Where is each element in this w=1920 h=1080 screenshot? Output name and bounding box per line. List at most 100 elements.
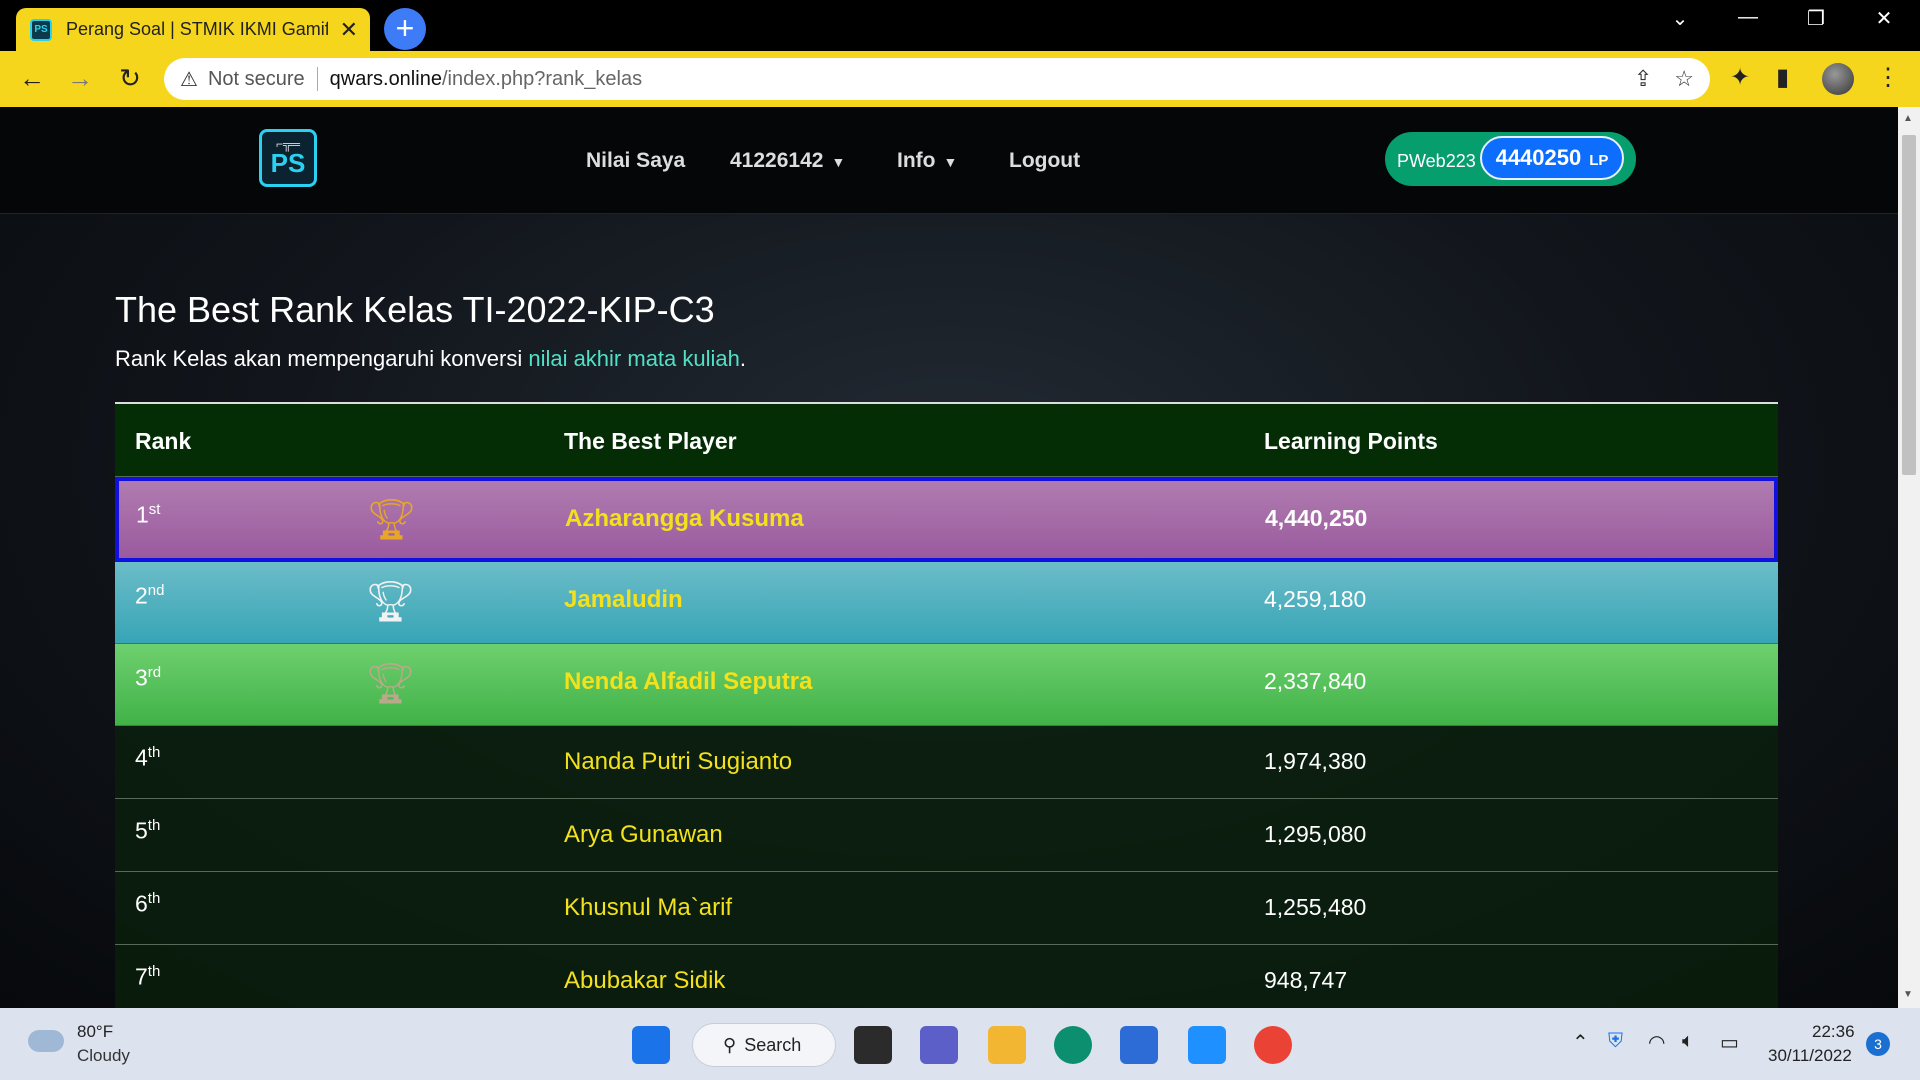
tab-search-chevron-icon[interactable]: ⌄ — [1660, 6, 1700, 31]
minimize-icon[interactable]: — — [1728, 6, 1768, 29]
microsoft-store-icon[interactable] — [1120, 1026, 1158, 1064]
points-badge: 4440250 LP — [1480, 136, 1624, 180]
scrollbar-thumb[interactable] — [1902, 135, 1916, 475]
rank-suffix: th — [147, 744, 161, 761]
site-favicon-icon: PS — [30, 18, 52, 41]
search-label: Search — [744, 1034, 802, 1055]
tab-title: Perang Soal | STMIK IKMI Gamifica — [66, 19, 328, 39]
rank-cell: 7th — [135, 963, 160, 991]
username-label: PWeb223 — [1397, 150, 1476, 171]
chat-icon[interactable] — [920, 1026, 958, 1064]
site-logo[interactable]: ⌐╦═ PS — [259, 129, 317, 187]
nav-user-id-dropdown[interactable]: 41226142 ▼ — [730, 149, 845, 173]
rank-suffix: th — [147, 817, 161, 834]
points-value: 4440250 — [1495, 145, 1582, 170]
edge-browser-icon[interactable] — [1054, 1026, 1092, 1064]
page-scrollbar[interactable]: ▲ ▼ — [1898, 107, 1920, 1008]
rank-number: 4 — [135, 744, 148, 771]
player-points: 4,440,250 — [1265, 505, 1368, 531]
security-label[interactable]: Not secure — [208, 68, 305, 91]
subtitle-end: . — [739, 346, 746, 371]
rank-cell: 1st — [136, 501, 160, 529]
menu-kebab-icon[interactable]: ⋮ — [1876, 63, 1900, 92]
side-panel-icon[interactable]: ▮ — [1776, 63, 1789, 92]
extensions-puzzle-icon[interactable]: ✦ — [1730, 63, 1750, 92]
nav-info-dropdown[interactable]: Info ▼ — [897, 149, 957, 173]
rank-table: Rank The Best Player Learning Points 1st… — [115, 402, 1778, 1008]
browser-toolbar: ← → ↻ ⚠ Not secure qwars.online /index.p… — [0, 51, 1920, 107]
player-name: Nenda Alfadil Seputra — [564, 668, 813, 695]
table-row: 3rd 🏆︎ Nenda Alfadil Seputra 2,337,840 — [115, 644, 1778, 726]
security-shield-icon[interactable]: ⛨ — [1608, 1030, 1623, 1053]
rank-cell: 6th — [135, 890, 160, 918]
rank-suffix: th — [147, 963, 161, 980]
cloud-icon[interactable] — [28, 1030, 64, 1052]
weather-temperature[interactable]: 80°F — [77, 1022, 113, 1042]
scroll-up-arrow-icon[interactable]: ▲ — [1903, 113, 1913, 124]
warning-triangle-icon[interactable]: ⚠ — [180, 67, 198, 92]
clock-date[interactable]: 30/11/2022 — [1768, 1046, 1852, 1066]
forward-arrow-icon[interactable]: → — [62, 63, 98, 94]
volume-icon[interactable]: 🔈︎ — [1682, 1030, 1694, 1053]
rank-number: 5 — [135, 817, 148, 844]
scroll-down-arrow-icon[interactable]: ▼ — [1903, 989, 1913, 1000]
profile-avatar[interactable] — [1822, 63, 1854, 95]
file-explorer-icon[interactable] — [988, 1026, 1026, 1064]
player-points: 1,295,080 — [1264, 821, 1367, 847]
tab-close-icon[interactable]: ✕ — [340, 17, 358, 43]
page-subtitle: Rank Kelas akan mempengaruhi konversi ni… — [115, 346, 746, 372]
browser-tab-active[interactable]: PS Perang Soal | STMIK IKMI Gamifica ✕ — [16, 8, 370, 51]
address-divider — [316, 67, 318, 91]
share-icon[interactable]: ⇪ — [1634, 66, 1652, 92]
chrome-icon[interactable] — [1254, 1026, 1292, 1064]
table-row: 2nd 🏆︎ Jamaludin 4,259,180 — [115, 562, 1778, 644]
new-tab-button[interactable]: + — [384, 8, 426, 50]
notification-badge[interactable]: 3 — [1866, 1032, 1890, 1056]
header-points: Learning Points — [1264, 428, 1438, 454]
rank-cell: 5th — [135, 817, 160, 845]
rank-number: 2 — [135, 582, 148, 609]
logo-text: PS — [270, 148, 306, 178]
header-player: The Best Player — [564, 428, 737, 454]
player-points: 1,255,480 — [1264, 894, 1367, 920]
page-title: The Best Rank Kelas TI-2022-KIP-C3 — [115, 289, 715, 330]
header-rank: Rank — [135, 428, 192, 454]
clock-time[interactable]: 22:36 — [1812, 1022, 1855, 1042]
windows-taskbar: 80°F Cloudy ⚲ Search ⌃ ⛨ ◠ 🔈︎ ▭ 22:36 30… — [0, 1008, 1920, 1080]
page-content: ⌐╦═ PS Nilai Saya 41226142 ▼ Info ▼ Logout… — [0, 107, 1898, 1008]
bookmark-star-icon[interactable]: ☆ — [1674, 66, 1694, 92]
chevron-down-icon: ▼ — [943, 154, 958, 170]
player-name: Arya Gunawan — [564, 821, 723, 848]
url-host: qwars.online — [329, 67, 442, 90]
rank-cell: 3rd — [135, 664, 161, 692]
gold-trophy-icon: 🏆︎ — [366, 498, 417, 542]
app-l-icon[interactable] — [1188, 1026, 1226, 1064]
wifi-icon[interactable]: ◠ — [1648, 1030, 1665, 1055]
weather-condition[interactable]: Cloudy — [77, 1046, 130, 1066]
player-points: 948,747 — [1264, 967, 1348, 993]
rank-suffix: th — [147, 890, 161, 907]
restore-icon[interactable]: ❐ — [1796, 6, 1836, 31]
url-path: /index.php?rank_kelas — [441, 67, 643, 90]
subtitle-highlight: nilai akhir mata kuliah — [528, 346, 740, 371]
back-arrow-icon[interactable]: ← — [14, 63, 50, 94]
player-name: Nanda Putri Sugianto — [564, 748, 793, 775]
browser-tab-strip: PS Perang Soal | STMIK IKMI Gamifica ✕ +… — [0, 0, 1920, 51]
player-name: Azharangga Kusuma — [565, 505, 804, 532]
battery-icon[interactable]: ▭ — [1720, 1030, 1739, 1055]
rank-cell: 4th — [135, 744, 160, 772]
nav-nilai-saya[interactable]: Nilai Saya — [586, 149, 685, 173]
taskbar-search[interactable]: ⚲ Search — [692, 1023, 836, 1067]
rank-number: 7 — [135, 963, 148, 990]
player-points: 1,974,380 — [1264, 748, 1367, 774]
windows-start-icon[interactable] — [632, 1026, 670, 1064]
reload-icon[interactable]: ↻ — [112, 63, 148, 94]
nav-logout[interactable]: Logout — [1009, 149, 1080, 173]
address-bar[interactable]: ⚠ Not secure qwars.online /index.php?ran… — [164, 58, 1710, 100]
rank-number: 6 — [135, 890, 148, 917]
tray-chevron-up-icon[interactable]: ⌃ — [1572, 1030, 1589, 1055]
rank-suffix: nd — [147, 582, 165, 599]
task-view-icon[interactable] — [854, 1026, 892, 1064]
close-window-icon[interactable]: ✕ — [1864, 6, 1904, 31]
rank-number: 1 — [136, 501, 149, 528]
